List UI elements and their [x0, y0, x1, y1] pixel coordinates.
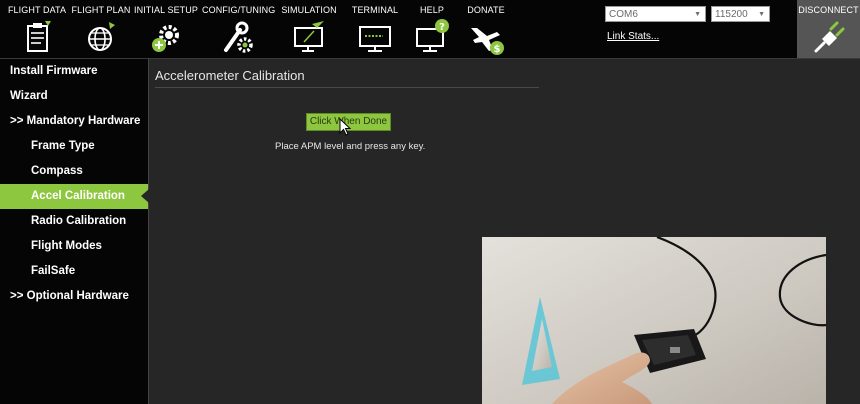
video-frame: [482, 237, 826, 404]
plane-dollar-icon: $: [471, 28, 504, 55]
globe-icon: [88, 22, 115, 51]
donate-label: DONATE: [467, 5, 505, 15]
config-tuning-label: CONFIG/TUNING: [202, 5, 276, 15]
terminal-monitor-icon: [359, 26, 391, 52]
disconnect-label: DISCONNECT: [798, 5, 859, 15]
simulation-label: SIMULATION: [281, 5, 337, 15]
help-label: HELP: [420, 5, 444, 15]
sidebar-item-label: Accel Calibration: [31, 190, 125, 202]
sidebar-item-optional-hardware[interactable]: >> Optional Hardware: [0, 284, 148, 309]
link-stats-link[interactable]: Link Stats...: [607, 31, 659, 42]
sidebar-item-failsafe[interactable]: FailSafe: [0, 259, 148, 284]
chevron-down-icon: ▼: [694, 11, 701, 18]
chevron-down-icon: ▼: [758, 11, 765, 18]
port-select-value: COM6: [609, 9, 638, 20]
video-image: [482, 237, 826, 404]
baud-select[interactable]: 115200 ▼: [711, 6, 770, 22]
terminal-label: TERMINAL: [351, 5, 399, 15]
sidebar-item-frame-type[interactable]: Frame Type: [0, 134, 148, 159]
clipboard-icon: [27, 21, 51, 52]
monitor-plane-icon: [294, 21, 324, 52]
plug-icon: [814, 21, 844, 53]
simulation-button[interactable]: SIMULATION: [276, 0, 342, 58]
top-toolbar: FLIGHT DATA FLIGHT PLAN INITIAL SETUP CO…: [0, 0, 860, 59]
flight-plan-button[interactable]: FLIGHT PLAN: [70, 0, 132, 58]
sidebar-item-mandatory-hardware[interactable]: >> Mandatory Hardware: [0, 109, 148, 134]
sidebar-item-radio-calibration[interactable]: Radio Calibration: [0, 209, 148, 234]
sidebar-item-install-firmware[interactable]: Install Firmware: [0, 59, 148, 84]
svg-text:$: $: [494, 44, 501, 55]
sidebar-item-flight-modes[interactable]: Flight Modes: [0, 234, 148, 259]
flight-plan-label: FLIGHT PLAN: [71, 5, 131, 15]
sidebar-item-wizard[interactable]: Wizard: [0, 84, 148, 109]
sidebar-item-accel-calibration[interactable]: Accel Calibration: [0, 184, 149, 209]
config-tuning-button[interactable]: CONFIG/TUNING: [202, 0, 276, 58]
initial-setup-label: INITIAL SETUP: [134, 5, 198, 15]
baud-select-value: 115200: [715, 9, 748, 20]
help-button[interactable]: HELP ?: [408, 0, 456, 58]
setup-sidebar: Install Firmware Wizard >> Mandatory Har…: [0, 59, 149, 404]
svg-text:?: ?: [439, 22, 445, 33]
mouse-cursor-icon: [339, 118, 351, 136]
disconnect-button[interactable]: DISCONNECT: [797, 0, 860, 58]
active-pointer-icon: [141, 189, 149, 203]
donate-button[interactable]: DONATE $: [458, 0, 514, 58]
wrench-gear-icon: [224, 21, 253, 53]
gear-plus-icon: [152, 25, 179, 52]
terminal-button[interactable]: TERMINAL: [344, 0, 406, 58]
flight-data-label: FLIGHT DATA: [7, 5, 67, 15]
initial-setup-button[interactable]: INITIAL SETUP: [134, 0, 198, 58]
title-divider: [155, 87, 539, 88]
help-monitor-icon: ?: [416, 19, 449, 52]
sidebar-item-compass[interactable]: Compass: [0, 159, 148, 184]
flight-data-button[interactable]: FLIGHT DATA: [6, 0, 68, 58]
instruction-text: Place APM level and press any key.: [275, 141, 426, 152]
port-select[interactable]: COM6 ▼: [605, 6, 706, 22]
page-title: Accelerometer Calibration: [155, 68, 305, 83]
